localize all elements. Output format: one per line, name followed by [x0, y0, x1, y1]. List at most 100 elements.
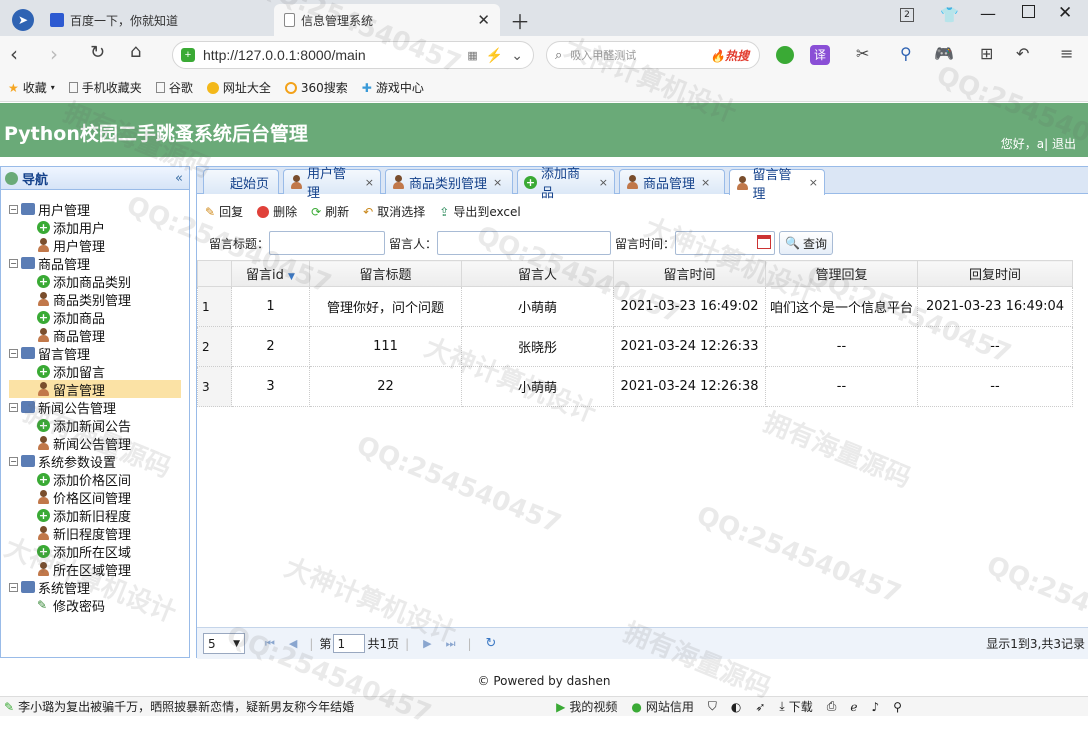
- back-icon[interactable]: ‹: [10, 42, 18, 66]
- tree-item[interactable]: 留言管理: [9, 380, 181, 399]
- tree-item[interactable]: + 添加商品: [37, 308, 105, 327]
- reload-page-icon[interactable]: ↻: [486, 636, 497, 651]
- first-page-icon[interactable]: ⏮: [265, 637, 275, 651]
- tab-close-icon[interactable]: ×: [493, 176, 502, 189]
- last-page-icon[interactable]: ⏭: [446, 637, 456, 651]
- translate-icon[interactable]: 译: [810, 45, 830, 65]
- tree-item[interactable]: ✎ 修改密码: [37, 596, 105, 615]
- collapse-icon[interactable]: «: [175, 171, 183, 186]
- query-button[interactable]: 🔍 查询: [779, 231, 833, 255]
- tree-group[interactable]: − 系统管理: [9, 578, 90, 597]
- new-tab-button[interactable]: ＋: [500, 4, 540, 36]
- tab-close-icon[interactable]: ×: [701, 176, 710, 189]
- tree-item[interactable]: 新旧程度管理: [37, 524, 131, 543]
- forward-icon[interactable]: ›: [50, 42, 58, 66]
- tab-close-icon[interactable]: ✕: [477, 11, 490, 29]
- reply-button[interactable]: ✎ 回复: [205, 203, 243, 220]
- speed-icon[interactable]: ◐: [731, 700, 741, 714]
- delete-button[interactable]: 删除: [257, 203, 297, 220]
- toggle-minus-icon[interactable]: −: [9, 204, 18, 214]
- user-greeting[interactable]: 您好，a| 退出: [1001, 135, 1076, 152]
- time-filter-input[interactable]: [675, 231, 775, 255]
- tab-close-icon[interactable]: ×: [365, 176, 374, 189]
- bookmark-games[interactable]: ✚ 游戏中心: [362, 79, 424, 96]
- undo-icon[interactable]: ↶: [1016, 44, 1029, 63]
- print-icon[interactable]: ⎙: [827, 699, 837, 714]
- scissors-icon[interactable]: ✂: [856, 44, 869, 63]
- page-number-input[interactable]: 1: [333, 634, 366, 653]
- minimize-button[interactable]: —: [980, 4, 996, 23]
- next-page-icon[interactable]: ▶: [423, 637, 431, 650]
- tree-item[interactable]: 价格区间管理: [37, 488, 131, 507]
- title-filter-input[interactable]: [269, 231, 385, 255]
- page-size-select[interactable]: 5 ▼: [203, 633, 245, 654]
- toggle-minus-icon[interactable]: −: [9, 582, 18, 592]
- tree-item[interactable]: 商品类别管理: [37, 290, 131, 309]
- tree-group[interactable]: − 留言管理: [9, 344, 90, 363]
- zoom-icon[interactable]: ⚲: [893, 700, 902, 714]
- toggle-minus-icon[interactable]: −: [9, 258, 18, 268]
- browser-logo[interactable]: ➤: [2, 4, 44, 36]
- panel-tab[interactable]: 留言管理 ×: [729, 168, 825, 202]
- tree-item[interactable]: + 添加留言: [37, 362, 105, 381]
- close-window-button[interactable]: ✕: [1058, 3, 1072, 23]
- clear-selection-button[interactable]: ↶ 取消选择: [363, 203, 425, 220]
- tree-item[interactable]: + 添加所在区域: [37, 542, 131, 561]
- tab-close-icon[interactable]: ×: [599, 176, 608, 189]
- hot-search-badge[interactable]: 🔥热搜: [710, 47, 749, 64]
- tree-item[interactable]: + 添加新闻公告: [37, 416, 131, 435]
- tree-group[interactable]: − 用户管理: [9, 200, 90, 219]
- shield-icon[interactable]: ⛉: [708, 699, 717, 714]
- panel-tab[interactable]: 商品管理 ×: [619, 169, 725, 194]
- refresh-button[interactable]: ⟳ 刷新: [311, 203, 349, 220]
- extension-green-icon[interactable]: [776, 46, 794, 64]
- apps-grid-icon[interactable]: ⊞: [980, 44, 993, 63]
- bookmark-hao[interactable]: 网址大全: [206, 79, 271, 96]
- toggle-minus-icon[interactable]: −: [9, 456, 18, 466]
- tree-item[interactable]: 新闻公告管理: [37, 434, 131, 453]
- lightning-icon[interactable]: ⚡: [486, 47, 503, 64]
- bookmark-favorites[interactable]: ★ 收藏 ▾: [8, 79, 55, 96]
- person-filter-input[interactable]: [437, 231, 611, 255]
- game-icon[interactable]: 🎮: [934, 44, 954, 63]
- col-header-id[interactable]: 留言id ▼: [231, 260, 310, 287]
- table-row[interactable]: 3 3 22 小萌萌 2021-03-24 12:26:38 -- --: [197, 366, 1073, 407]
- tree-item[interactable]: 所在区域管理: [37, 560, 131, 579]
- bookmark-google[interactable]: 谷歌: [155, 79, 193, 96]
- rocket-icon[interactable]: ➶: [755, 700, 765, 714]
- reload-icon[interactable]: ↻: [90, 42, 105, 63]
- home-icon[interactable]: ⌂: [130, 41, 141, 62]
- site-credit-button[interactable]: ● 网站信用: [631, 698, 694, 715]
- tab-close-icon[interactable]: ×: [809, 176, 818, 189]
- panel-tab[interactable]: 用户管理 ×: [283, 167, 381, 201]
- qr-icon[interactable]: ▦: [467, 49, 477, 62]
- tree-item[interactable]: + 添加用户: [37, 218, 105, 237]
- maximize-button[interactable]: [1022, 5, 1035, 18]
- toggle-minus-icon[interactable]: −: [9, 348, 18, 358]
- bookmark-360[interactable]: 360搜索: [284, 79, 348, 96]
- col-header-reply[interactable]: 管理回复: [765, 260, 918, 287]
- panel-tab[interactable]: + 添加商品 ×: [517, 167, 615, 201]
- magnifier-icon[interactable]: ⚲: [900, 44, 912, 63]
- skin-icon[interactable]: 👕: [940, 6, 959, 24]
- news-ticker[interactable]: ✎ 李小璐为复出被骗千万，晒照披暴新恋情，疑新男友称今年结婚: [4, 698, 354, 715]
- tree-group[interactable]: − 新闻公告管理: [9, 398, 116, 417]
- panel-tab[interactable]: 起始页: [203, 169, 279, 194]
- chevron-down-icon[interactable]: ⌄: [511, 47, 523, 64]
- my-video-button[interactable]: ▶ 我的视频: [556, 698, 617, 715]
- calendar-icon[interactable]: [757, 235, 771, 249]
- prev-page-icon[interactable]: ◀: [289, 637, 297, 650]
- col-header-reply-time[interactable]: 回复时间: [917, 260, 1073, 287]
- download-button[interactable]: ⤓ 下载: [779, 698, 812, 715]
- tree-item[interactable]: + 添加商品类别: [37, 272, 131, 291]
- tree-group[interactable]: − 系统参数设置: [9, 452, 116, 471]
- tree-item[interactable]: + 添加价格区间: [37, 470, 131, 489]
- panel-tab[interactable]: 商品类别管理 ×: [385, 169, 513, 194]
- menu-icon[interactable]: ≡: [1060, 44, 1073, 63]
- table-row[interactable]: 2 2 111 张晓彤 2021-03-24 12:26:33 -- --: [197, 326, 1073, 367]
- tree-item[interactable]: 商品管理: [37, 326, 105, 345]
- browser-tab-baidu[interactable]: 百度一下，你就知道: [40, 4, 272, 36]
- sound-icon[interactable]: ♪: [871, 700, 879, 714]
- col-header-person[interactable]: 留言人: [461, 260, 614, 287]
- export-excel-button[interactable]: ⇪ 导出到excel: [439, 203, 520, 220]
